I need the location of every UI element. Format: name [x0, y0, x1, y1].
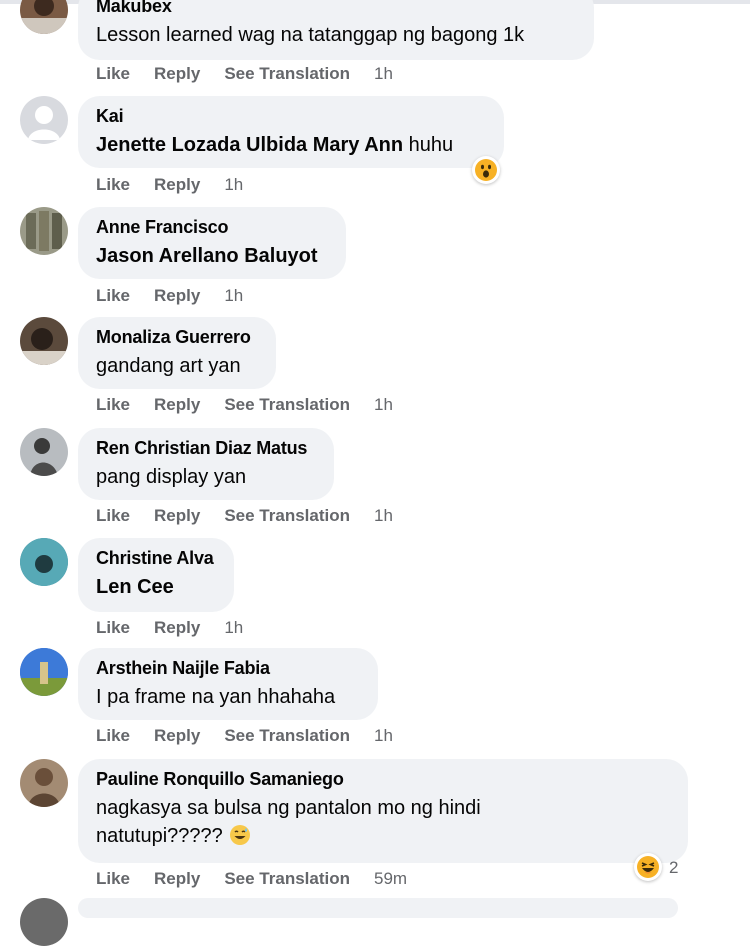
avatar[interactable] — [20, 759, 68, 807]
comment-text: I pa frame na yan hhahaha — [96, 686, 336, 708]
comment-text: Jenette Lozada Ulbida Mary Ann huhu — [96, 131, 486, 159]
like-button[interactable]: Like — [96, 869, 130, 889]
like-button[interactable]: Like — [96, 726, 130, 746]
mention-link[interactable]: Jason Arellano Baluyot — [96, 245, 318, 267]
see-translation-button[interactable]: See Translation — [224, 869, 350, 889]
mention-link[interactable]: Jenette Lozada Ulbida Mary Ann — [96, 134, 403, 156]
like-button[interactable]: Like — [96, 506, 130, 526]
reply-button[interactable]: Reply — [154, 869, 200, 889]
reply-button[interactable]: Reply — [154, 618, 200, 638]
avatar[interactable] — [20, 538, 68, 586]
comment-text-tail: natutupi????? — [96, 825, 223, 847]
commenter-name[interactable]: Monaliza Guerrero — [96, 326, 258, 348]
like-button[interactable]: Like — [96, 618, 130, 638]
comment-bubble: Ren Christian Diaz Matus pang display ya… — [78, 428, 334, 500]
comment-text: Lesson learned wag na tatanggap ng bagon… — [96, 24, 525, 46]
comment-text-line: nagkasya sa bulsa ng pantalon mo ng hind… — [96, 797, 481, 819]
like-button[interactable]: Like — [96, 395, 130, 415]
timestamp[interactable]: 1h — [224, 175, 243, 195]
see-translation-button[interactable]: See Translation — [224, 64, 350, 84]
timestamp[interactable]: 1h — [374, 726, 393, 746]
comment-text-line: natutupi????? — [96, 822, 670, 854]
comment-text: pang display yan — [96, 466, 247, 488]
comment-bubble-partial — [78, 898, 678, 918]
comment-actions: Like Reply 1h — [96, 286, 243, 306]
haha-icon[interactable] — [634, 853, 662, 881]
like-button[interactable]: Like — [96, 64, 130, 84]
comment-text: nagkasya sa bulsa ng pantalon mo ng hind… — [96, 794, 670, 854]
comment-bubble: Christine Alva Len Cee — [78, 538, 234, 612]
reply-button[interactable]: Reply — [154, 286, 200, 306]
reply-button[interactable]: Reply — [154, 726, 200, 746]
avatar[interactable] — [20, 648, 68, 696]
comment-text: gandang art yan — [96, 355, 241, 377]
avatar[interactable] — [20, 428, 68, 476]
commenter-name[interactable]: Christine Alva — [96, 547, 216, 569]
timestamp[interactable]: 1h — [224, 286, 243, 306]
comment-actions: Like Reply 1h — [96, 618, 243, 638]
comment-actions: Like Reply See Translation 1h — [96, 726, 393, 746]
comment-actions: Like Reply See Translation 1h — [96, 506, 393, 526]
avatar[interactable] — [20, 207, 68, 255]
comment-bubble: Arsthein Naijle Fabia I pa frame na yan … — [78, 648, 378, 720]
see-translation-button[interactable]: See Translation — [224, 506, 350, 526]
reaction-count[interactable]: 2 — [669, 858, 678, 878]
grinning-sweat-icon — [229, 824, 251, 854]
reply-button[interactable]: Reply — [154, 506, 200, 526]
commenter-name[interactable]: Anne Francisco — [96, 216, 328, 238]
timestamp[interactable]: 1h — [374, 395, 393, 415]
comment-text: Jason Arellano Baluyot — [96, 242, 328, 270]
comment-bubble: Kai Jenette Lozada Ulbida Mary Ann huhu — [78, 96, 504, 168]
timestamp[interactable]: 1h — [224, 618, 243, 638]
avatar[interactable] — [20, 0, 68, 34]
comment-bubble: Monaliza Guerrero gandang art yan — [78, 317, 276, 389]
comment-bubble: Makubex Lesson learned wag na tatanggap … — [78, 0, 594, 60]
see-translation-button[interactable]: See Translation — [224, 395, 350, 415]
timestamp[interactable]: 59m — [374, 869, 407, 889]
commenter-name[interactable]: Makubex — [96, 0, 576, 17]
avatar-partial[interactable] — [20, 898, 68, 946]
mention-link[interactable]: Len Cee — [96, 576, 174, 598]
wow-icon[interactable] — [472, 156, 500, 184]
timestamp[interactable]: 1h — [374, 506, 393, 526]
commenter-name[interactable]: Kai — [96, 105, 486, 127]
avatar[interactable] — [20, 317, 68, 365]
comment-actions: Like Reply See Translation 59m — [96, 869, 407, 889]
commenter-name[interactable]: Arsthein Naijle Fabia — [96, 657, 360, 679]
reply-button[interactable]: Reply — [154, 64, 200, 84]
comment-actions: Like Reply See Translation 1h — [96, 395, 393, 415]
see-translation-button[interactable]: See Translation — [224, 726, 350, 746]
comment-text: Len Cee — [96, 573, 216, 601]
comment-actions: Like Reply 1h — [96, 175, 243, 195]
comment-bubble: Anne Francisco Jason Arellano Baluyot — [78, 207, 346, 279]
commenter-name[interactable]: Pauline Ronquillo Samaniego — [96, 768, 670, 790]
comment-text-tail: huhu — [408, 134, 454, 156]
like-button[interactable]: Like — [96, 286, 130, 306]
like-button[interactable]: Like — [96, 175, 130, 195]
commenter-name[interactable]: Ren Christian Diaz Matus — [96, 437, 316, 459]
avatar-default[interactable] — [20, 96, 68, 144]
reply-button[interactable]: Reply — [154, 395, 200, 415]
reply-button[interactable]: Reply — [154, 175, 200, 195]
comment-bubble: Pauline Ronquillo Samaniego nagkasya sa … — [78, 759, 688, 863]
timestamp[interactable]: 1h — [374, 64, 393, 84]
comment-actions: Like Reply See Translation 1h — [96, 64, 393, 84]
